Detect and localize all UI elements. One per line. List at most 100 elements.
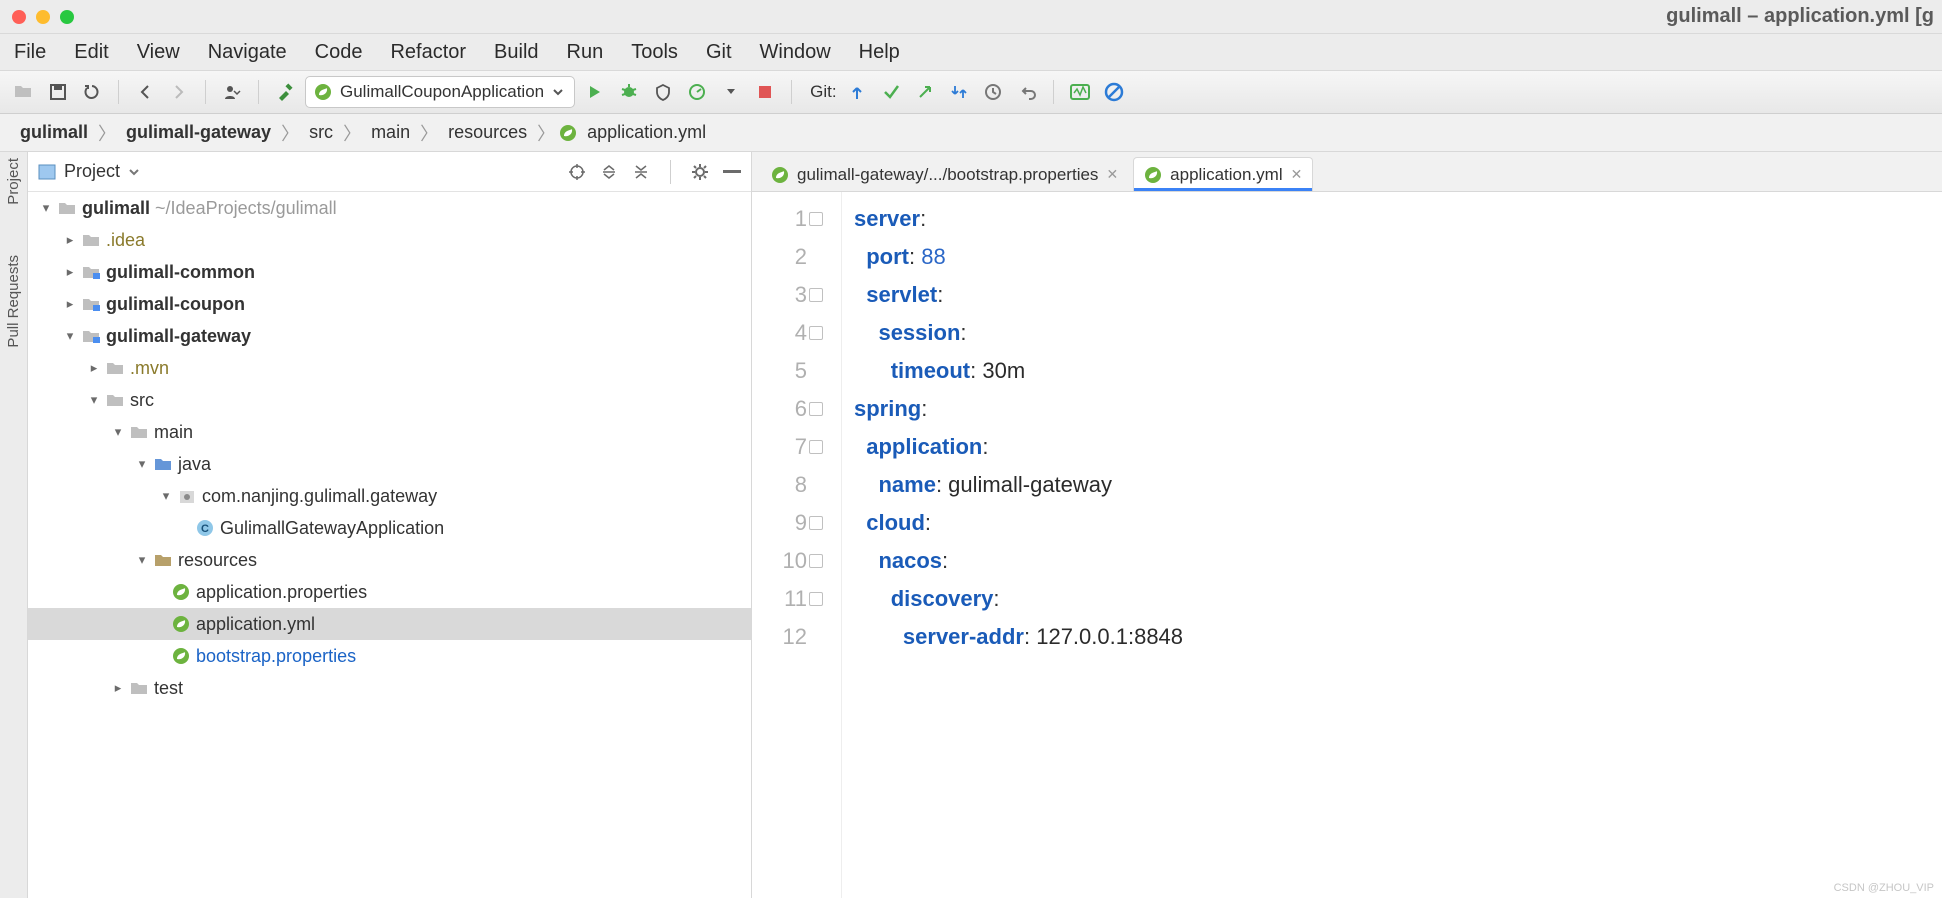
editor-tab[interactable]: gulimall-gateway/.../bootstrap.propertie… (760, 157, 1129, 191)
menu-navigate[interactable]: Navigate (208, 41, 287, 64)
git-fetch-icon[interactable] (945, 78, 973, 106)
menu-help[interactable]: Help (859, 41, 900, 64)
menu-tools[interactable]: Tools (631, 41, 678, 64)
traffic-close-icon[interactable] (12, 10, 26, 24)
chevron-right-icon: 〉 (281, 120, 299, 146)
tab-pull-requests[interactable]: Pull Requests (5, 255, 22, 348)
tree-main[interactable]: ▾main (28, 416, 751, 448)
run-icon[interactable] (581, 78, 609, 106)
tree-test[interactable]: ▸test (28, 672, 751, 704)
tree-app-properties[interactable]: application.properties (28, 576, 751, 608)
back-icon[interactable] (131, 78, 159, 106)
tree-app-class[interactable]: GulimallGatewayApplication (28, 512, 751, 544)
chevron-right-icon: 〉 (537, 120, 555, 146)
code-line[interactable]: cloud: (854, 504, 1183, 542)
menu-build[interactable]: Build (494, 41, 538, 64)
code-line[interactable]: servlet: (854, 276, 1183, 314)
activity-icon[interactable] (1066, 78, 1094, 106)
rollback-icon[interactable] (1013, 78, 1041, 106)
code-line[interactable]: nacos: (854, 542, 1183, 580)
fold-icon[interactable] (809, 592, 823, 606)
run-config-selector[interactable]: GulimallCouponApplication (305, 76, 575, 108)
menu-run[interactable]: Run (567, 41, 604, 64)
code-line[interactable]: spring: (854, 390, 1183, 428)
expand-all-icon[interactable] (600, 163, 618, 181)
chevron-down-icon[interactable] (128, 166, 140, 178)
menu-refactor[interactable]: Refactor (390, 41, 466, 64)
code-line[interactable]: name: gulimall-gateway (854, 466, 1183, 504)
code-line[interactable]: session: (854, 314, 1183, 352)
profile-icon[interactable] (683, 78, 711, 106)
hammer-icon[interactable] (271, 78, 299, 106)
menu-edit[interactable]: Edit (74, 41, 108, 64)
breadcrumb-item[interactable]: main (365, 120, 416, 145)
target-icon[interactable] (568, 163, 586, 181)
tree-mvn[interactable]: ▸.mvn (28, 352, 751, 384)
menu-view[interactable]: View (137, 41, 180, 64)
tree-root[interactable]: ▾gulimall ~/IdeaProjects/gulimall (28, 192, 751, 224)
open-icon[interactable] (10, 78, 38, 106)
title-bar: gulimall – application.yml [g (0, 0, 1942, 34)
main-toolbar: GulimallCouponApplication Git: (0, 70, 1942, 114)
breadcrumb-item[interactable]: resources (442, 120, 533, 145)
close-icon[interactable]: ✕ (1106, 166, 1118, 183)
forward-icon[interactable] (165, 78, 193, 106)
git-commit-icon[interactable] (877, 78, 905, 106)
git-update-icon[interactable] (843, 78, 871, 106)
editor: gulimall-gateway/.../bootstrap.propertie… (752, 152, 1942, 898)
fold-icon[interactable] (809, 326, 823, 340)
code-line[interactable]: server: (854, 200, 1183, 238)
code-lines[interactable]: server: port: 88 servlet: session: timeo… (842, 192, 1183, 898)
fold-icon[interactable] (809, 212, 823, 226)
git-push-icon[interactable] (911, 78, 939, 106)
tree-bootstrap[interactable]: bootstrap.properties (28, 640, 751, 672)
inspect-icon[interactable] (1100, 78, 1128, 106)
fold-icon[interactable] (809, 288, 823, 302)
breadcrumb-item[interactable]: src (303, 120, 339, 145)
gear-icon[interactable] (691, 163, 709, 181)
code-line[interactable]: timeout: 30m (854, 352, 1183, 390)
tree-idea[interactable]: ▸.idea (28, 224, 751, 256)
tab-project[interactable]: Project (5, 158, 22, 205)
debug-icon[interactable] (615, 78, 643, 106)
menu-code[interactable]: Code (315, 41, 363, 64)
tree-coupon[interactable]: ▸gulimall-coupon (28, 288, 751, 320)
reload-icon[interactable] (78, 78, 106, 106)
tree-src[interactable]: ▾src (28, 384, 751, 416)
dropdown-icon[interactable] (717, 78, 745, 106)
traffic-minimize-icon[interactable] (36, 10, 50, 24)
project-tree[interactable]: ▾gulimall ~/IdeaProjects/gulimall ▸.idea… (28, 192, 751, 898)
tree-java[interactable]: ▾java (28, 448, 751, 480)
user-icon[interactable] (218, 78, 246, 106)
fold-icon[interactable] (809, 402, 823, 416)
code-area[interactable]: 123456789101112 server: port: 88 servlet… (752, 192, 1942, 898)
tree-common[interactable]: ▸gulimall-common (28, 256, 751, 288)
collapse-all-icon[interactable] (632, 163, 650, 181)
code-line[interactable]: port: 88 (854, 238, 1183, 276)
coverage-icon[interactable] (649, 78, 677, 106)
fold-icon[interactable] (809, 554, 823, 568)
menu-window[interactable]: Window (760, 41, 831, 64)
history-icon[interactable] (979, 78, 1007, 106)
tree-app-yml[interactable]: application.yml (28, 608, 751, 640)
chevron-right-icon: 〉 (420, 120, 438, 146)
editor-tab[interactable]: application.yml✕ (1133, 157, 1313, 191)
breadcrumb-item[interactable]: application.yml (581, 120, 712, 145)
save-icon[interactable] (44, 78, 72, 106)
traffic-zoom-icon[interactable] (60, 10, 74, 24)
breadcrumb-item[interactable]: gulimall (14, 120, 94, 145)
code-line[interactable]: server-addr: 127.0.0.1:8848 (854, 618, 1183, 656)
tree-pkg[interactable]: ▾com.nanjing.gulimall.gateway (28, 480, 751, 512)
menu-file[interactable]: File (14, 41, 46, 64)
code-line[interactable]: application: (854, 428, 1183, 466)
stop-icon[interactable] (751, 78, 779, 106)
fold-icon[interactable] (809, 440, 823, 454)
hide-icon[interactable] (723, 170, 741, 174)
breadcrumb-item[interactable]: gulimall-gateway (120, 120, 277, 145)
menu-git[interactable]: Git (706, 41, 732, 64)
close-icon[interactable]: ✕ (1291, 166, 1303, 183)
fold-icon[interactable] (809, 516, 823, 530)
code-line[interactable]: discovery: (854, 580, 1183, 618)
tree-resources[interactable]: ▾resources (28, 544, 751, 576)
tree-gateway[interactable]: ▾gulimall-gateway (28, 320, 751, 352)
